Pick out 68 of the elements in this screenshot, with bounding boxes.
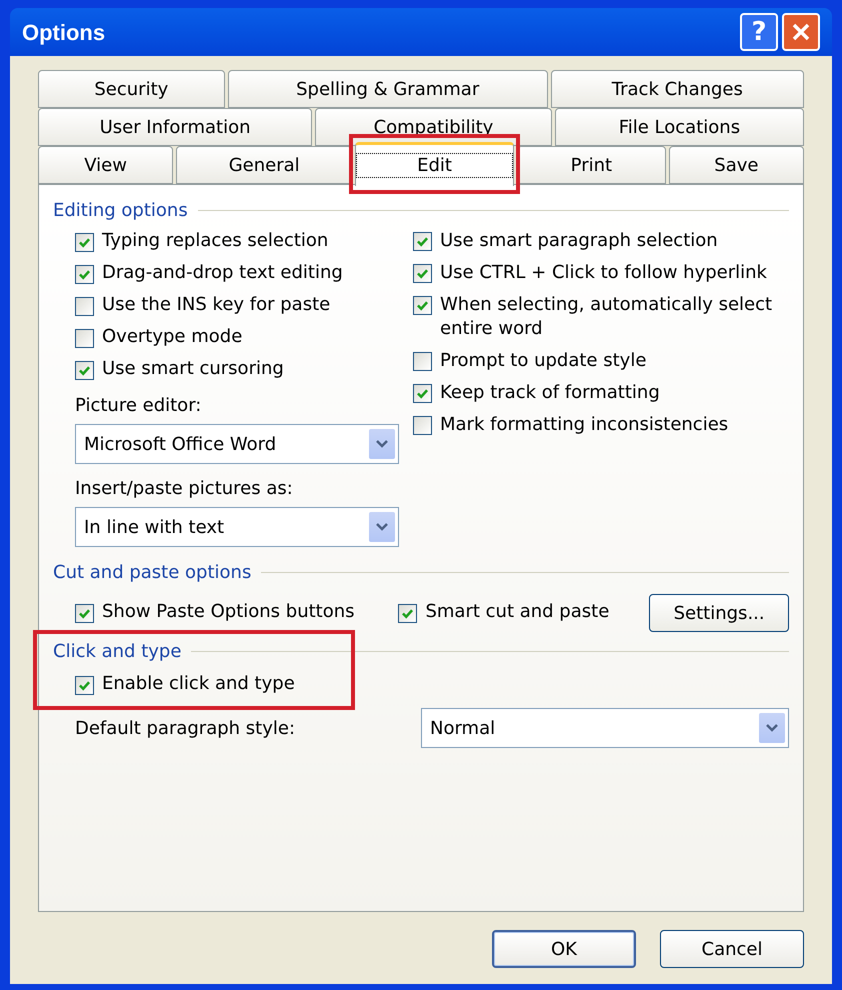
check-icon: [401, 606, 414, 620]
tab[interactable]: Edit: [355, 142, 514, 186]
close-button[interactable]: [782, 13, 820, 51]
tab[interactable]: Save: [668, 146, 804, 184]
tab[interactable]: File Locations: [554, 108, 804, 146]
tab[interactable]: Security: [38, 70, 225, 108]
check-icon: [416, 387, 429, 400]
settings-button[interactable]: Settings...: [649, 594, 790, 632]
checkbox[interactable]: [75, 329, 94, 348]
close-icon: [791, 22, 811, 42]
checkbox[interactable]: [75, 265, 94, 284]
check-icon: [78, 268, 91, 281]
check-icon: [416, 267, 429, 280]
checkbox-label: Prompt to update style: [440, 349, 646, 373]
field-label: Insert/paste pictures as:: [75, 477, 294, 501]
checkbox[interactable]: [413, 384, 432, 403]
checkbox[interactable]: [75, 676, 94, 695]
dialog-button[interactable]: Cancel: [660, 930, 804, 968]
dropdown[interactable]: In line with text: [75, 507, 399, 547]
check-icon: [78, 236, 91, 249]
section-title: Click and type: [53, 640, 182, 664]
dropdown-arrow-button[interactable]: [369, 429, 395, 459]
dropdown-arrow-button[interactable]: [369, 512, 395, 542]
tab[interactable]: View: [38, 146, 174, 184]
checkbox[interactable]: [413, 232, 432, 251]
checkbox-label: Enable click and type: [102, 672, 295, 696]
check-icon: [78, 679, 91, 692]
checkbox[interactable]: [75, 297, 94, 316]
check-icon: [416, 299, 429, 312]
checkbox[interactable]: [75, 604, 94, 622]
checkbox[interactable]: [413, 416, 432, 435]
tab[interactable]: Track Changes: [550, 70, 804, 108]
checkbox[interactable]: [413, 352, 432, 371]
dropdown[interactable]: Normal: [421, 708, 789, 748]
checkbox-label: Smart cut and paste: [425, 600, 610, 624]
chevron-down-icon: [766, 724, 778, 732]
chevron-down-icon: [376, 440, 388, 448]
checkbox-label: Use smart paragraph selection: [440, 229, 718, 253]
section-title: Cut and paste options: [53, 561, 252, 585]
section-title: Editing options: [53, 199, 188, 223]
checkbox[interactable]: [398, 604, 418, 622]
checkbox-label: Overtype mode: [102, 325, 242, 349]
checkbox-label: Use CTRL + Click to follow hyperlink: [440, 261, 767, 285]
checkbox-label: Show Paste Options buttons: [102, 600, 355, 624]
check-icon: [416, 235, 429, 248]
checkbox-label: Keep track of formatting: [440, 381, 660, 405]
checkbox-label: Use smart cursoring: [102, 357, 284, 381]
checkbox[interactable]: [413, 296, 432, 315]
checkbox-label: When selecting, automatically select entire word: [440, 293, 774, 341]
tab[interactable]: Spelling & Grammar: [228, 70, 548, 108]
window-title: Options: [22, 18, 106, 47]
checkbox[interactable]: [413, 264, 432, 283]
checkbox-label: Mark formatting inconsistencies: [440, 413, 728, 437]
field-label: Default paragraph style:: [75, 716, 296, 740]
dropdown[interactable]: Microsoft Office Word: [75, 424, 399, 464]
checkbox[interactable]: [75, 361, 94, 380]
help-button[interactable]: ?: [740, 13, 778, 51]
dropdown-arrow-button[interactable]: [759, 713, 785, 743]
checkbox-label: Use the INS key for paste: [102, 293, 330, 317]
checkbox[interactable]: [75, 233, 94, 252]
check-icon: [78, 364, 91, 377]
checkbox-label: Drag-and-drop text editing: [102, 261, 343, 285]
tab[interactable]: User Information: [38, 108, 312, 146]
dialog-button[interactable]: OK: [492, 930, 636, 968]
field-label: Picture editor:: [75, 394, 202, 418]
chevron-down-icon: [376, 523, 388, 531]
checkbox-label: Typing replaces selection: [102, 229, 328, 253]
check-icon: [78, 606, 91, 620]
